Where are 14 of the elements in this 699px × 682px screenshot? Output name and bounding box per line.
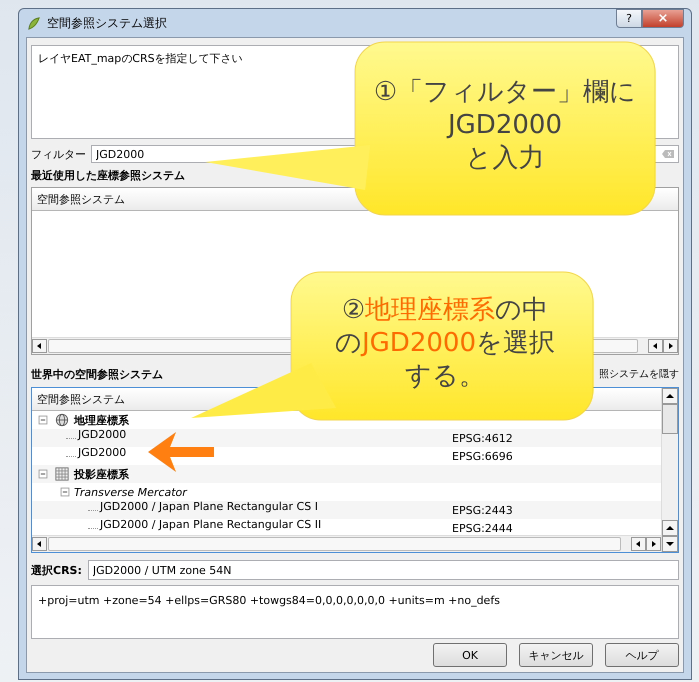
proj-string-text: +proj=utm +zone=54 +ellps=GRS80 +towgs84=0,0,0,0,0,0,0 +units=m +no_defs [38, 594, 500, 607]
epsg-code: EPSG:2444 [452, 522, 513, 534]
epsg-code: EPSG:6696 [452, 450, 513, 462]
callout-text: ②地理座標系の中 のJGD2000を選択 する。 [334, 294, 556, 393]
window-title: 空間参照システム選択 [47, 14, 168, 32]
epsg-code: EPSG:4612 [452, 432, 513, 444]
section-title: 最近使用した座標参照システム [31, 168, 186, 184]
hide-deprecated-label: 照システムを隠す [599, 368, 679, 381]
message-text: レイヤEAT_mapのCRSを指定して下さい [38, 52, 243, 65]
callout-text: ①「フィルター」欄に JGD2000 と入力 [372, 76, 638, 175]
selected-crs-label: 選択CRS: [31, 562, 82, 578]
epsg-code: EPSG:2443 [452, 504, 513, 516]
section-title: 世界中の空間参照システム [31, 366, 163, 382]
filter-label: フィルター [31, 146, 86, 162]
